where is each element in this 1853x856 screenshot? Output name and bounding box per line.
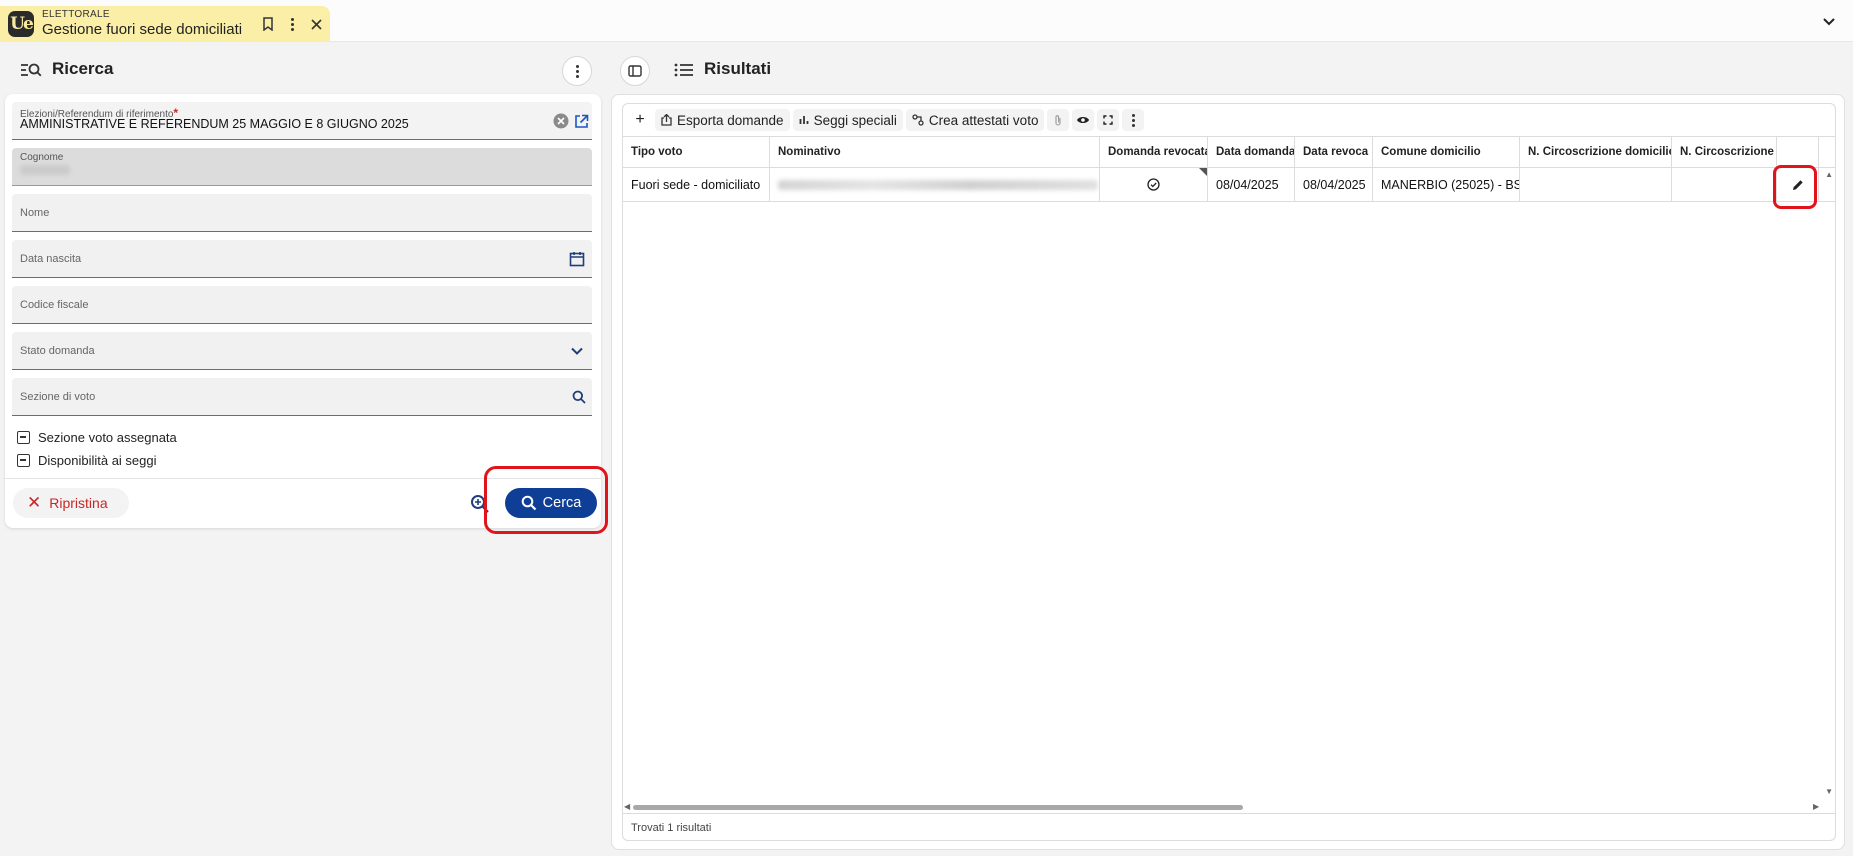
column-header[interactable]: Comune domicilio — [1373, 137, 1520, 167]
tax-code-label: Codice fiscale — [20, 299, 89, 311]
workflow-icon — [912, 114, 924, 126]
bookmark-icon[interactable] — [258, 14, 278, 34]
assigned-section-checkbox[interactable]: Sezione voto assegnata — [17, 428, 177, 446]
search-list-icon — [20, 60, 42, 80]
column-header[interactable]: Tipo voto — [623, 137, 770, 167]
cell-vote-type: Fuori sede - domiciliato — [623, 168, 770, 201]
calendar-icon[interactable] — [568, 250, 586, 268]
chevron-down-icon[interactable] — [568, 342, 586, 360]
reset-button[interactable]: ✕ Ripristina — [13, 488, 129, 518]
grid-header: Tipo voto Nominativo Domanda revocata Da… — [623, 136, 1835, 168]
name-field[interactable]: Nome — [12, 194, 592, 232]
scroll-right-arrow[interactable]: ▶ — [1813, 802, 1819, 811]
attachment-icon[interactable] — [1047, 109, 1070, 131]
column-header[interactable]: N. Circoscrizione r — [1672, 137, 1777, 167]
name-label: Nome — [20, 207, 50, 219]
clear-icon[interactable] — [552, 112, 570, 130]
scroll-down-arrow[interactable]: ▼ — [1825, 787, 1833, 796]
special-seats-label: Seggi speciali — [813, 112, 897, 128]
request-status-label: Stato domanda — [20, 345, 95, 357]
cell-revoke-date: 08/04/2025 — [1295, 168, 1373, 201]
checkbox-indeterminate-icon[interactable] — [17, 453, 30, 467]
column-header[interactable]: N. Circoscrizione domicilio — [1520, 137, 1672, 167]
elections-field[interactable]: Elezioni/Referendum di riferimento* AMMI… — [12, 102, 592, 140]
results-toolbar: + Esporta domande Seggi speciali Crea at… — [623, 104, 1835, 136]
column-header[interactable]: Domanda revocata — [1100, 137, 1208, 167]
search-panel-menu-button[interactable] — [562, 56, 592, 86]
elections-value: AMMINISTRATIVE E REFERENDUM 25 MAGGIO E … — [20, 117, 409, 131]
surname-label: Cognome — [20, 152, 64, 163]
search-panel-title: Ricerca — [52, 59, 114, 78]
column-header[interactable]: Data revoca — [1295, 137, 1373, 167]
cell-domicile-city: MANERBIO (25025) - BS — [1373, 168, 1520, 201]
app-tab[interactable]: Ue ELETTORALE Gestione fuori sede domici… — [0, 6, 330, 42]
fullscreen-icon[interactable] — [1097, 109, 1120, 131]
reset-button-label: Ripristina — [49, 495, 108, 511]
chevron-down-icon[interactable] — [1819, 12, 1839, 32]
actions-column-header — [1777, 137, 1819, 167]
edit-button-highlight — [1773, 165, 1817, 209]
voting-section-field[interactable]: Sezione di voto — [12, 378, 592, 416]
results-panel: + Esporta domande Seggi speciali Crea at… — [611, 94, 1845, 850]
app-logo: Ue — [8, 11, 34, 37]
create-certificates-label: Crea attestati voto — [928, 112, 1039, 128]
cell-revoked — [1100, 168, 1208, 201]
scrollbar-thumb[interactable] — [633, 805, 1243, 810]
app-tab-titles: ELETTORALE Gestione fuori sede domicilia… — [42, 9, 254, 39]
scroll-up-arrow[interactable]: ▲ — [1825, 170, 1833, 179]
cell-note-marker — [1199, 168, 1207, 176]
results-grid: + Esporta domande Seggi speciali Crea at… — [622, 103, 1836, 841]
eye-icon[interactable] — [1072, 109, 1095, 131]
tax-code-field[interactable]: Codice fiscale — [12, 286, 592, 324]
export-label: Esporta domande — [677, 112, 784, 128]
table-row[interactable]: Fuori sede - domiciliato 08/04/2025 08/0… — [623, 168, 1835, 202]
list-icon — [674, 61, 694, 79]
seat-availability-label: Disponibilità ai seggi — [38, 452, 157, 468]
search-form: Elezioni/Referendum di riferimento* AMMI… — [5, 94, 601, 528]
results-panel-title: Risultati — [704, 59, 772, 78]
checkbox-indeterminate-icon[interactable] — [17, 430, 30, 444]
search-button-highlight — [484, 466, 608, 534]
tab-menu-icon[interactable] — [282, 14, 302, 34]
name-redacted — [778, 179, 1098, 190]
cell-district-r — [1672, 168, 1777, 201]
cell-request-date: 08/04/2025 — [1208, 168, 1295, 201]
request-status-select[interactable]: Stato domanda — [12, 332, 592, 370]
add-icon[interactable]: + — [629, 109, 651, 131]
scroll-left-arrow[interactable]: ◀ — [624, 802, 630, 811]
surname-field[interactable]: Cognome — [12, 148, 592, 186]
results-count: Trovati 1 risultati — [623, 813, 1835, 840]
close-icon[interactable] — [306, 14, 326, 34]
voting-section-label: Sezione di voto — [20, 391, 96, 403]
horizontal-scrollbar[interactable]: ◀ ▶ — [623, 801, 1823, 813]
check-circle-icon — [1147, 178, 1160, 191]
export-button[interactable]: Esporta domande — [655, 109, 790, 131]
open-external-icon[interactable] — [572, 112, 590, 130]
sidebar-toggle-icon — [628, 65, 642, 77]
cell-domicile-district — [1520, 168, 1672, 201]
app-tab-title: Gestione fuori sede domiciliati — [42, 21, 243, 38]
cell-name — [770, 168, 1100, 201]
special-seats-button[interactable]: Seggi speciali — [792, 109, 903, 131]
birth-date-label: Data nascita — [20, 253, 82, 265]
column-header[interactable]: Nominativo — [770, 137, 1100, 167]
more-options-icon[interactable] — [1122, 109, 1145, 131]
top-tab-bar: Ue ELETTORALE Gestione fuori sede domici… — [0, 0, 1853, 42]
bar-chart-icon — [799, 115, 809, 125]
search-panel-header: Ricerca — [0, 50, 600, 90]
share-icon — [661, 114, 672, 126]
kebab-icon — [575, 64, 579, 78]
create-certificates-button[interactable]: Crea attestati voto — [905, 109, 1045, 131]
column-header[interactable]: Data domanda — [1208, 137, 1295, 167]
search-icon[interactable] — [570, 388, 588, 406]
assigned-section-label: Sezione voto assegnata — [38, 429, 177, 445]
close-icon: ✕ — [27, 493, 42, 512]
surname-value-redacted — [20, 165, 70, 175]
app-module-label: ELETTORALE — [42, 9, 110, 20]
birth-date-field[interactable]: Data nascita — [12, 240, 592, 278]
seat-availability-checkbox[interactable]: Disponibilità ai seggi — [17, 451, 157, 469]
toggle-sidebar-button[interactable] — [620, 56, 650, 86]
